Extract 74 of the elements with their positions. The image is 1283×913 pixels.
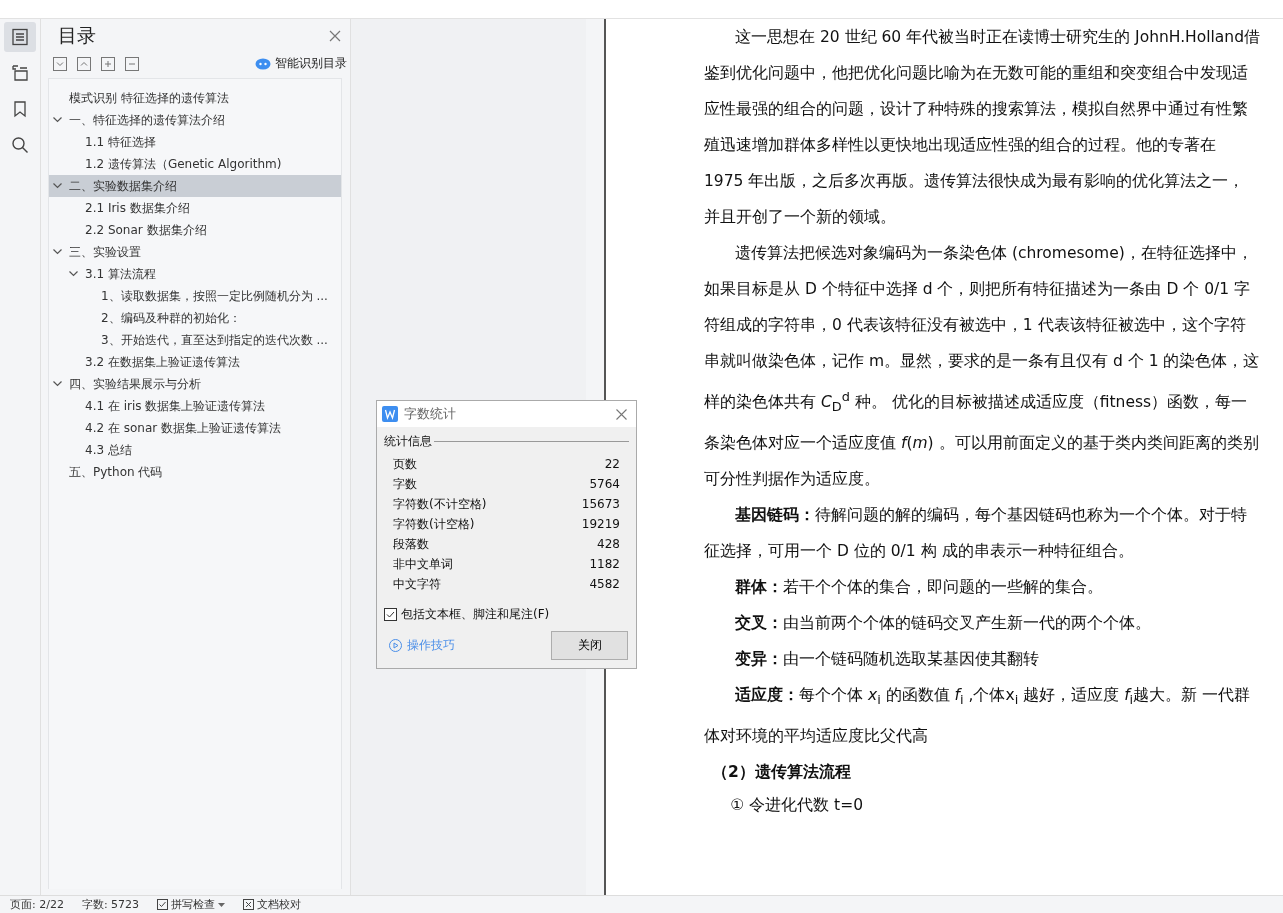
stat-label: 字数 (393, 475, 417, 493)
list-icon (11, 28, 29, 46)
toc-item[interactable]: 三、实验设置 (49, 241, 341, 263)
close-icon[interactable] (616, 408, 627, 420)
add-icon[interactable] (101, 56, 115, 71)
chevron-icon (53, 381, 62, 387)
toc-item[interactable]: 4.1 在 iris 数据集上验证遗传算法 (49, 395, 341, 417)
checkbox-icon (157, 899, 169, 910)
smart-toc-button[interactable]: 智能识别目录 (255, 55, 347, 72)
checkbox-icon (384, 608, 397, 621)
toc-item[interactable]: 1.2 遗传算法（Genetic Algorithm) (49, 153, 341, 175)
stat-label: 字符数(不计空格) (393, 495, 487, 513)
stat-label: 非中文单词 (393, 555, 453, 573)
cross-box-icon (243, 899, 255, 910)
play-circle-icon (389, 639, 402, 652)
dropdown-caret-icon[interactable] (218, 902, 226, 907)
toc-item[interactable]: 1.1 特征选择 (49, 131, 341, 153)
chevron-icon (69, 271, 78, 277)
panel-title: 目录 (58, 23, 96, 48)
step-text: ① 令进化代数 t=0 (729, 795, 865, 817)
robot-icon (255, 57, 271, 70)
paragraph: 适应度：每个个体 x$_{i}$ 的函数值 f$_{i}$ ,个体x$_{i}$ 越好，适应度 f$_{i}$越大。新 一代群体对环境的平均适应度比父代高 (704, 685, 1252, 748)
toc-item[interactable]: 四、实验结果展示与分析 (49, 373, 341, 395)
stat-value: 4582 (589, 577, 620, 591)
status-text: 页面: 2/22 (10, 897, 64, 912)
toc-item[interactable]: 3.1 算法流程 (49, 263, 341, 285)
paragraph: 交叉：由当前两个个体的链码交叉产生新一代的两个个体。 (734, 613, 1152, 635)
toc-item[interactable]: 4.3 总结 (49, 439, 341, 461)
status-toggle[interactable]: 文档校对 (243, 897, 302, 912)
expand-up-icon[interactable] (77, 56, 91, 71)
close-button[interactable]: 关闭 (551, 631, 628, 660)
paragraph: 这一思想在 20 世纪 60 年代被当时正在读博士研究生的 JohnH.Holland借鉴到优化问题中，他把优化问题比喻为在无数可能的重组和突变组合中发现适应性最强的组合的问题，设计了种特殊的搜索算法，模拟自然界中通过有性繁殖迅速增加群体多样性以更快地出现适应性强的组合的过程。他的专著在 1975 年出版，之后多次再版。遗传算法很快成为最有影响的优化算法之一，并且开创了一个新的领域。 (704, 27, 1260, 228)
paragraph: 基因链码：待解问题的解的编码，每个基因链码也称为一个个体。对于特征选择，可用一个 D 位的 0/1 构 成的串表示一种特征组合。 (704, 505, 1248, 563)
stat-value: 428 (597, 537, 620, 551)
toc-item[interactable]: 二、实验数据集介绍 (49, 175, 341, 197)
close-icon[interactable] (329, 30, 341, 42)
toc-item[interactable]: 一、特征选择的遗传算法介绍 (49, 109, 341, 131)
bookmark-icon (11, 100, 29, 118)
toc-item[interactable]: 3.2 在数据集上验证遗传算法 (49, 351, 341, 373)
stat-value: 5764 (589, 477, 620, 491)
toc-item[interactable]: 模式识别 特征选择的遗传算法 (49, 87, 341, 109)
toc-item[interactable]: 4.2 在 sonar 数据集上验证遗传算法 (49, 417, 341, 439)
toc-item[interactable]: 1、读取数据集，按照一定比例随机分为 ... (49, 285, 341, 307)
search-icon (11, 136, 29, 154)
toc-item[interactable]: 3、开始迭代，直至达到指定的迭代次数 ... (49, 329, 341, 351)
chevron-icon (53, 117, 62, 123)
toc-item[interactable]: 2、编码及种群的初始化： (49, 307, 341, 329)
section-heading: （2）遗传算法流程 (712, 762, 852, 784)
paragraph: 遗传算法把候选对象编码为一条染色体 (chromesome)，在特征选择中，如果目标是从 D 个特征中选择 d 个，则把所有特征描述为一条由 D 个 0/1 字符组成的字符串，0 代表该特征没有被选中，1 代表该特征被选中，这个字符串就叫做染色体，记作 m。显然，要求的是一条有且仅有 d 个 1 的染色体，这样的染色体共有 C$_{D}$$^{d}$ 种。 优化的目标被描述成适应度（fitness）函数，每一条染色体对应一个适应度值 f(m) 。可以用前面定义的基于类内类间距离的类别可分性判据作为适应度。 (704, 243, 1260, 491)
toc-item[interactable]: 2.2 Sonar 数据集介绍 (49, 219, 341, 241)
status-toggle[interactable]: 拼写检查 (157, 897, 226, 912)
toc-item[interactable]: 2.1 Iris 数据集介绍 (49, 197, 341, 219)
dialog-title: 字数统计 (404, 405, 457, 423)
stat-value: 19219 (581, 517, 620, 531)
stat-value: 22 (604, 457, 620, 471)
app-logo-icon (382, 406, 398, 422)
toc-item[interactable]: 五、Python 代码 (49, 461, 341, 483)
sidebar-tab[interactable] (4, 22, 36, 52)
chevron-icon (53, 183, 62, 189)
collapse-all-icon[interactable] (53, 56, 67, 71)
chevron-icon (53, 249, 62, 255)
include-checkbox[interactable]: 包括文本框、脚注和尾注(F) (384, 606, 629, 623)
stat-label: 页数 (393, 455, 417, 473)
stat-value: 15673 (581, 497, 620, 511)
stat-label: 字符数(计空格) (393, 515, 475, 533)
status-text: 字数: 5723 (81, 897, 140, 912)
stat-label: 段落数 (393, 535, 429, 553)
stat-label: 中文字符 (393, 575, 441, 593)
stat-value: 1182 (589, 557, 620, 571)
remove-icon[interactable] (125, 56, 139, 71)
group-label: 统计信息 (384, 433, 432, 450)
paragraph: 变异：由一个链码随机选取某基因使其翻转 (734, 649, 1040, 671)
paragraph: 群体：若干个个体的集合，即问题的一些解的集合。 (734, 577, 1104, 599)
outline-icon (11, 64, 29, 82)
